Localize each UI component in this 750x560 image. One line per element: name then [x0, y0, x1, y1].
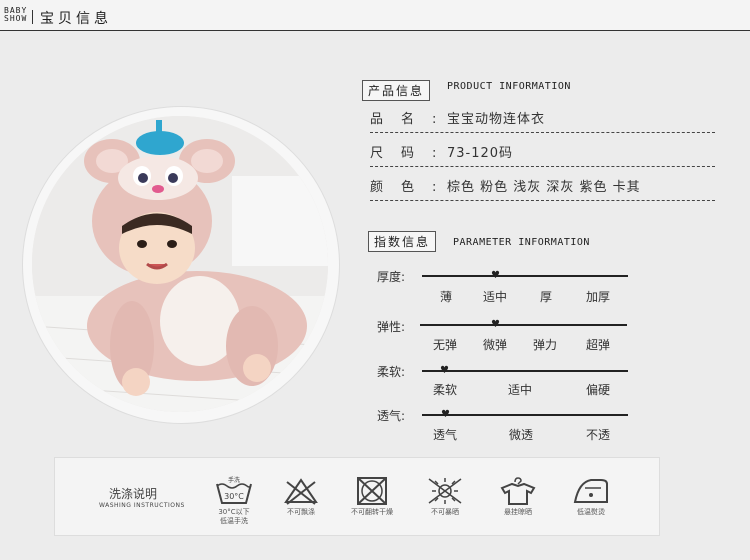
- product-info-label: 产品信息: [362, 80, 431, 101]
- param-option: 不透: [586, 428, 611, 442]
- param-track-thickness: [422, 275, 628, 277]
- wash-item-low-iron: 低温熨烫: [556, 476, 626, 517]
- param-option: 厚: [540, 290, 553, 304]
- param-option: 微弹: [483, 338, 508, 352]
- param-option: 弹力: [533, 338, 558, 352]
- param-option: 薄: [440, 290, 453, 304]
- info-value: 73-120码: [447, 146, 514, 161]
- wash-caption: 悬挂晾晒: [504, 508, 532, 516]
- param-option: 加厚: [586, 290, 611, 304]
- param-option: 无弹: [433, 338, 458, 352]
- param-name-softness: 柔软:: [377, 365, 406, 379]
- param-track-softness: [422, 370, 628, 372]
- param-name-breathability: 透气:: [377, 409, 406, 423]
- baby-costume-illustration: [32, 116, 328, 412]
- info-row-color: 颜色: 棕色 粉色 浅灰 深灰 紫色 卡其: [370, 170, 715, 201]
- no-sun-dry-icon: [428, 478, 462, 504]
- param-name-thickness: 厚度:: [377, 270, 406, 284]
- wash-item-hand-wash: 30°C 手洗 30°C以下 低温手洗: [199, 476, 269, 526]
- param-option: 微透: [509, 428, 534, 442]
- wash-item-no-tumble-dry: 不可翻转干燥: [337, 476, 407, 517]
- info-key: 品名:: [370, 112, 455, 127]
- param-option: 超弹: [586, 338, 611, 352]
- heart-marker-icon: ♥: [491, 270, 500, 281]
- info-key: 尺码:: [370, 146, 455, 161]
- header-bar: BABY SHOW 宝贝信息: [0, 0, 750, 31]
- wash-item-no-sun-dry: 不可暴晒: [410, 476, 480, 517]
- washing-en-title: WASHING INSTRUCTIONS: [99, 502, 185, 509]
- wash-caption: 不可飘涤: [287, 508, 315, 516]
- washing-title: 洗涤说明: [109, 487, 158, 501]
- heart-marker-icon: ♥: [491, 319, 500, 330]
- heart-marker-icon: ♥: [440, 365, 449, 376]
- low-iron-icon: [573, 479, 608, 503]
- info-row-size: 尺码: 73-120码: [370, 136, 715, 167]
- no-tumble-dry-icon: [357, 477, 387, 505]
- param-track-elasticity: [420, 324, 627, 326]
- page-title: 宝贝信息: [40, 11, 112, 27]
- wash-caption: 低温熨烫: [577, 508, 605, 516]
- brand-logo: BABY SHOW: [4, 7, 27, 23]
- param-option: 偏硬: [586, 383, 611, 397]
- param-option: 柔软: [433, 383, 458, 397]
- product-photo: [32, 116, 328, 412]
- param-name-elasticity: 弹性:: [377, 320, 406, 334]
- info-row-name: 品名: 宝宝动物连体衣: [370, 102, 715, 133]
- parameter-info-en-label: PARAMETER INFORMATION: [453, 237, 590, 248]
- heart-marker-icon: ♥: [441, 409, 450, 420]
- param-option: 适中: [483, 290, 508, 304]
- wash-caption: 不可翻转干燥: [351, 508, 393, 516]
- wash-badge-text: 手洗: [228, 476, 240, 484]
- info-key: 颜色:: [370, 180, 455, 195]
- parameter-info-label: 指数信息: [368, 231, 437, 252]
- no-bleach-icon: [284, 478, 318, 505]
- wash-item-hang-dry: 悬挂晾晒: [483, 476, 553, 517]
- info-value: 棕色 粉色 浅灰 深灰 紫色 卡其: [447, 180, 641, 195]
- param-option: 适中: [508, 383, 533, 397]
- wash-temp-text: 30°C: [224, 492, 244, 501]
- wash-caption: 不可暴晒: [431, 508, 459, 516]
- wash-item-no-bleach: 不可飘涤: [266, 476, 336, 517]
- param-option: 透气: [433, 428, 458, 442]
- param-track-breathability: [422, 414, 628, 416]
- header-divider: [32, 10, 33, 24]
- hand-wash-icon: 30°C 手洗: [216, 476, 252, 504]
- product-info-en-label: PRODUCT INFORMATION: [447, 81, 571, 92]
- wash-caption: 30°C以下 低温手洗: [218, 508, 250, 525]
- hang-dry-icon: [500, 477, 536, 505]
- logo-line-2: SHOW: [4, 14, 28, 23]
- washing-instructions-panel: 洗涤说明 WASHING INSTRUCTIONS 30°C 手洗 30°C以下…: [54, 457, 660, 536]
- info-value: 宝宝动物连体衣: [447, 112, 546, 127]
